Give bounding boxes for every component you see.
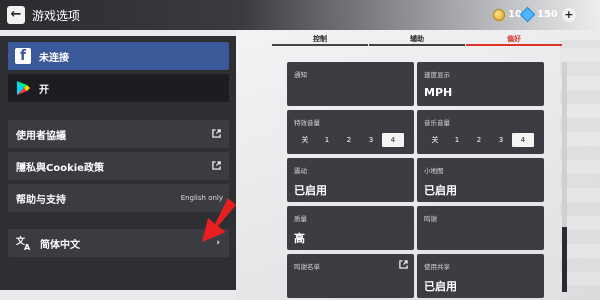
minimap-setting[interactable]: 小地图 已启用 — [417, 158, 544, 202]
translate-icon: 文 A — [16, 235, 31, 251]
credits-list-title: 鸣谢名单 — [294, 263, 320, 271]
music-volume-title: 音乐音量 — [424, 119, 450, 127]
notifications-setting[interactable]: 通知 — [287, 62, 414, 106]
minimap-title: 小地图 — [424, 167, 444, 175]
credits-setting[interactable]: 鸣谢 — [417, 206, 544, 250]
sfx-volume-title: 特效音量 — [294, 119, 320, 127]
facebook-icon: f — [15, 48, 31, 64]
tab-assist[interactable]: 辅助 — [369, 34, 465, 48]
music-volume-4[interactable]: 4 — [512, 133, 534, 147]
credits-list-setting[interactable]: 鸣谢名单 — [287, 254, 414, 298]
page-title: 游戏选项 — [32, 9, 81, 23]
facebook-connect-button[interactable]: f 未连接 — [8, 42, 229, 70]
scrollbar-thumb[interactable] — [562, 227, 567, 292]
vibration-setting[interactable]: 震动 已启用 — [287, 158, 414, 202]
sfx-volume-4[interactable]: 4 — [382, 133, 404, 147]
speed-display-title: 速度显示 — [424, 71, 450, 79]
music-volume-3[interactable]: 3 — [490, 133, 512, 147]
music-volume-2[interactable]: 2 — [468, 133, 490, 147]
quality-setting[interactable]: 质量 高 — [287, 206, 414, 250]
external-link-icon — [212, 129, 221, 138]
svg-text:A: A — [24, 243, 31, 251]
help-label: 帮助与支持 — [16, 194, 66, 206]
tab-preferences-label: 偏好 — [507, 35, 521, 43]
sfx-volume-2[interactable]: 2 — [338, 133, 360, 147]
vibration-value: 已启用 — [294, 184, 327, 197]
usage-sharing-value: 已启用 — [424, 280, 457, 293]
tab-controls-label: 控制 — [313, 35, 327, 43]
facebook-status: 未连接 — [39, 52, 69, 64]
tab-preferences[interactable]: 偏好 — [466, 34, 562, 48]
top-bar: ← 游戏选项 10 150 + — [0, 0, 600, 30]
google-play-status: 开 — [39, 84, 49, 96]
gem-icon — [519, 6, 536, 23]
gem-amount: 150 — [537, 9, 558, 20]
language-label: 简体中文 — [40, 239, 80, 251]
speed-display-setting[interactable]: 速度显示 MPH — [417, 62, 544, 106]
tab-controls[interactable]: 控制 — [272, 34, 368, 48]
usage-sharing-setting[interactable]: 使用共享 已启用 — [417, 254, 544, 298]
sfx-volume-3[interactable]: 3 — [360, 133, 382, 147]
settings-tabs: 控制 辅助 偏好 — [272, 34, 562, 48]
sfx-volume-1[interactable]: 1 — [316, 133, 338, 147]
settings-scrollbar[interactable] — [562, 62, 567, 292]
minimap-value: 已启用 — [424, 184, 457, 197]
notifications-title: 通知 — [294, 71, 307, 79]
red-arrow-icon — [202, 198, 236, 242]
back-button[interactable]: ← — [7, 6, 25, 24]
coin-icon — [493, 8, 505, 21]
gem-counter: 150 + — [519, 6, 576, 23]
terms-label: 使用者協議 — [16, 130, 66, 142]
google-play-button[interactable]: 开 — [8, 74, 229, 102]
sfx-volume-selector: 关 1 2 3 4 — [294, 133, 404, 147]
google-play-icon — [17, 81, 30, 95]
vibration-title: 震动 — [294, 167, 307, 175]
sfx-volume-setting: 特效音量 关 1 2 3 4 — [287, 110, 414, 154]
tab-assist-label: 辅助 — [410, 35, 424, 43]
add-currency-button[interactable]: + — [561, 7, 576, 22]
speed-display-value: MPH — [424, 86, 453, 99]
terms-button[interactable]: 使用者協議 — [8, 120, 229, 148]
external-link-icon — [212, 161, 221, 170]
credits-title: 鸣谢 — [424, 215, 437, 223]
music-volume-off[interactable]: 关 — [424, 133, 446, 147]
music-volume-setting: 音乐音量 关 1 2 3 4 — [417, 110, 544, 154]
left-panel: f 未连接 开 使用者協議 隱私與Cookie政策 帮助与支持 English … — [0, 36, 236, 290]
music-volume-selector: 关 1 2 3 4 — [424, 133, 534, 147]
external-link-icon — [399, 260, 408, 269]
sfx-volume-off[interactable]: 关 — [294, 133, 316, 147]
privacy-button[interactable]: 隱私與Cookie政策 — [8, 152, 229, 180]
quality-value: 高 — [294, 232, 305, 245]
usage-sharing-title: 使用共享 — [424, 263, 450, 271]
coin-counter: 10 — [493, 6, 522, 23]
quality-title: 质量 — [294, 215, 307, 223]
music-volume-1[interactable]: 1 — [446, 133, 468, 147]
privacy-label: 隱私與Cookie政策 — [16, 162, 104, 174]
